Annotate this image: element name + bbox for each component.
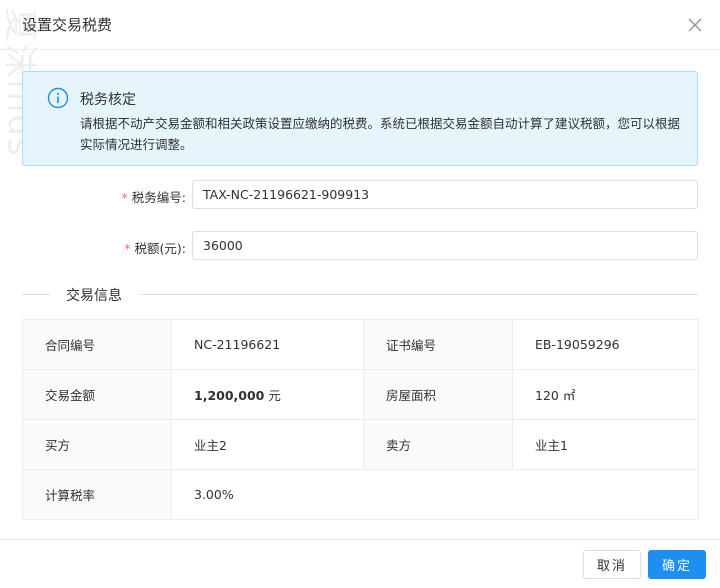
buyer-value: 业主2 — [171, 419, 364, 470]
tax-number-row: * 税务编号: — [22, 180, 698, 210]
section-title: 交易信息 — [66, 288, 122, 304]
alert-description: 请根据不动产交易金额和相关政策设置应缴纳的税费。系统已根据交易金额自动计算了建议… — [80, 116, 681, 152]
table-row: 合同编号 NC-21196621 证书编号 EB-19059296 — [22, 319, 699, 370]
required-mark: * — [124, 241, 131, 256]
tax-amount-label: * 税额(元): — [124, 241, 186, 256]
tax-rate-label: 计算税率 — [22, 469, 172, 520]
table-row: 买方 业主2 卖方 业主1 — [22, 419, 699, 470]
section-divider: 交易信息 — [22, 288, 698, 304]
buyer-label: 买方 — [22, 419, 172, 470]
tax-rate-value: 3.00% — [171, 469, 699, 520]
transaction-info-table: 合同编号 NC-21196621 证书编号 EB-19059296 交易金额 1… — [22, 319, 699, 520]
cancel-button[interactable]: 取消 — [583, 550, 641, 579]
tax-dialog: 夏沫mds 设置交易税费 税务核定 请根据不动产交易金额和相关政策设置应缴纳的税… — [0, 0, 720, 588]
transaction-amount-label: 交易金额 — [22, 369, 172, 420]
tax-number-input[interactable] — [192, 180, 698, 209]
dialog-footer: 取消 确定 — [0, 539, 720, 588]
tax-number-label: * 税务编号: — [121, 190, 186, 205]
divider-line — [22, 294, 50, 295]
seller-label: 卖方 — [363, 419, 513, 470]
close-icon[interactable] — [686, 16, 704, 34]
info-circle-icon — [47, 87, 69, 109]
tax-amount-row: * 税额(元): — [22, 231, 698, 261]
alert-title: 税务核定 — [80, 92, 136, 108]
transaction-amount-value: 1,200,000 — [194, 388, 265, 403]
tax-info-alert: 税务核定 请根据不动产交易金额和相关政策设置应缴纳的税费。系统已根据交易金额自动… — [22, 71, 698, 166]
required-mark: * — [121, 190, 128, 205]
house-area-value: 120 ㎡ — [512, 369, 699, 420]
table-row: 交易金额 1,200,000 元 房屋面积 120 ㎡ — [22, 369, 699, 420]
transaction-amount-unit: 元 — [264, 388, 281, 403]
certificate-number-label: 证书编号 — [363, 319, 513, 370]
table-row: 计算税率 3.00% — [22, 469, 699, 520]
tax-amount-input[interactable] — [192, 231, 698, 260]
dialog-title: 设置交易税费 — [22, 16, 113, 34]
dialog-header: 设置交易税费 — [0, 0, 720, 50]
transaction-amount-cell: 1,200,000 元 — [171, 369, 364, 420]
confirm-button[interactable]: 确定 — [648, 550, 706, 579]
contract-number-label: 合同编号 — [22, 319, 172, 370]
house-area-label: 房屋面积 — [363, 369, 513, 420]
contract-number-value: NC-21196621 — [171, 319, 364, 370]
certificate-number-value: EB-19059296 — [512, 319, 699, 370]
seller-value: 业主1 — [512, 419, 699, 470]
divider-line — [140, 294, 698, 295]
